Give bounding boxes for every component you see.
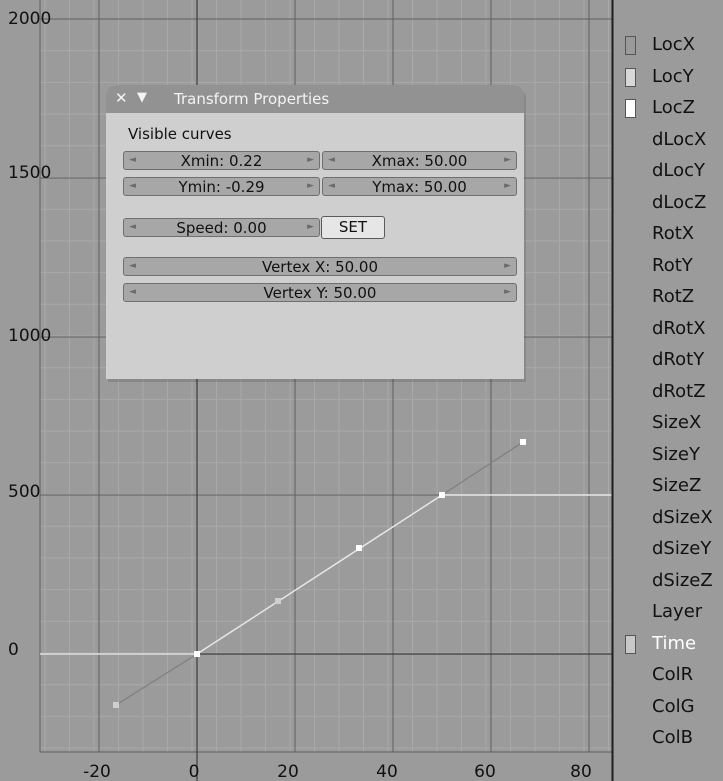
panel-title: Transform Properties xyxy=(174,90,330,108)
curve-handle[interactable] xyxy=(113,702,119,708)
ymax-field[interactable]: ◄ Ymax: 50.00 ► xyxy=(322,177,517,196)
channel-row[interactable]: RotX xyxy=(613,219,723,249)
ymin-field[interactable]: ◄ Ymin: -0.29 ► xyxy=(123,177,320,196)
y-tick-label: 0 xyxy=(8,640,19,660)
channel-label: Layer xyxy=(652,601,703,622)
y-tick-label: 2000 xyxy=(8,9,51,29)
channel-label: dLocX xyxy=(652,128,707,150)
x-tick-label: 40 xyxy=(376,762,398,781)
x-tick-label: 60 xyxy=(474,762,496,781)
x-tick-label: 20 xyxy=(277,762,299,781)
channel-row[interactable]: dLocZ xyxy=(613,188,723,218)
vertex-y-field[interactable]: ◄ Vertex Y: 50.00 ► xyxy=(123,283,517,302)
channel-row[interactable]: Layer xyxy=(613,597,723,627)
increment-arrow-icon[interactable]: ► xyxy=(307,155,314,165)
x-tick-label: 0 xyxy=(189,762,200,781)
channel-label: LocZ xyxy=(652,97,695,118)
channel-row[interactable]: dRotX xyxy=(613,314,723,344)
channel-color-swatch[interactable] xyxy=(625,99,636,118)
channel-label: dRotX xyxy=(652,317,706,339)
channel-row[interactable]: dRotY xyxy=(613,345,723,375)
channel-label: dLocY xyxy=(652,160,706,181)
channel-label: SizeX xyxy=(652,412,702,433)
increment-arrow-icon[interactable]: ► xyxy=(307,181,314,191)
increment-arrow-icon[interactable]: ► xyxy=(504,181,511,191)
increment-arrow-icon[interactable]: ► xyxy=(307,222,314,232)
y-tick-label: 1500 xyxy=(8,163,51,183)
channel-row[interactable]: LocZ xyxy=(613,93,723,123)
ymax-value: Ymax: 50.00 xyxy=(372,178,467,196)
curve-vertex[interactable] xyxy=(439,492,445,498)
curve-handle[interactable] xyxy=(275,598,281,604)
channel-label: dLocZ xyxy=(652,191,707,213)
channel-row[interactable]: LocX xyxy=(613,30,723,60)
channel-label: SizeY xyxy=(652,443,700,465)
speed-value: Speed: 0.00 xyxy=(176,219,267,237)
channel-label: ColB xyxy=(652,727,693,748)
channel-label: dRotZ xyxy=(652,380,706,402)
channel-row[interactable]: ColR xyxy=(613,660,723,690)
channel-label: LocY xyxy=(652,65,694,87)
channel-row[interactable]: SizeY xyxy=(613,440,723,470)
y-tick-label: 500 xyxy=(8,482,40,502)
channel-row[interactable]: SizeX xyxy=(613,408,723,438)
curve-vertex[interactable] xyxy=(194,651,200,657)
x-tick-label: 80 xyxy=(570,762,592,781)
xmin-value: Xmin: 0.22 xyxy=(180,152,263,170)
channel-row[interactable]: dSizeX xyxy=(613,503,723,533)
vertex-x-value: Vertex X: 50.00 xyxy=(261,258,379,276)
xmin-field[interactable]: ◄ Xmin: 0.22 ► xyxy=(123,151,320,170)
channel-label: SizeZ xyxy=(652,475,702,496)
increment-arrow-icon[interactable]: ► xyxy=(504,287,511,297)
channel-row[interactable]: Time xyxy=(613,629,723,659)
channel-row[interactable]: RotY xyxy=(613,251,723,281)
set-button[interactable]: SET xyxy=(321,216,385,239)
ymin-value: Ymin: -0.29 xyxy=(178,178,265,196)
increment-arrow-icon[interactable]: ► xyxy=(504,155,511,165)
channel-label: RotZ xyxy=(652,286,695,307)
panel-header[interactable]: ✕ ▼ Transform Properties xyxy=(106,85,524,113)
x-tick-label: -20 xyxy=(83,762,111,781)
channel-color-swatch[interactable] xyxy=(625,67,636,87)
xmax-field[interactable]: ◄ Xmax: 50.00 ► xyxy=(322,151,517,170)
increment-arrow-icon[interactable]: ► xyxy=(504,261,511,271)
channel-label: dSizeX xyxy=(652,506,713,528)
channel-color-swatch[interactable] xyxy=(625,634,636,654)
speed-field[interactable]: ◄ Speed: 0.00 ► xyxy=(123,218,320,237)
channel-row[interactable]: dLocX xyxy=(613,125,723,155)
channel-row[interactable]: dSizeZ xyxy=(613,566,723,596)
y-tick-label: 1000 xyxy=(8,326,51,346)
visible-curves-label: Visible curves xyxy=(128,125,232,143)
channel-row[interactable]: dLocY xyxy=(613,156,723,186)
channel-label: dSizeY xyxy=(652,538,712,559)
curve-handle[interactable] xyxy=(356,545,362,551)
channel-row[interactable]: LocY xyxy=(613,62,723,92)
channel-row[interactable]: dSizeY xyxy=(613,534,723,564)
vertex-y-value: Vertex Y: 50.00 xyxy=(263,284,377,302)
channel-label: dRotY xyxy=(652,349,705,370)
channel-label: ColR xyxy=(652,664,694,685)
channel-row[interactable]: SizeZ xyxy=(613,471,723,501)
collapse-triangle-icon[interactable]: ▼ xyxy=(137,90,147,105)
channel-label: ColG xyxy=(652,695,695,717)
transform-properties-panel[interactable]: ✕ ▼ Transform Properties Visible curves … xyxy=(106,85,524,379)
channel-label: LocX xyxy=(652,34,695,55)
channel-row[interactable]: dRotZ xyxy=(613,377,723,407)
vertex-x-field[interactable]: ◄ Vertex X: 50.00 ► xyxy=(123,257,517,276)
xmax-value: Xmax: 50.00 xyxy=(371,152,468,170)
channel-label: Time xyxy=(652,632,697,654)
channel-color-swatch[interactable] xyxy=(625,36,636,55)
channel-label: dSizeZ xyxy=(652,569,713,591)
channel-row[interactable]: ColG xyxy=(613,692,723,722)
close-icon[interactable]: ✕ xyxy=(115,89,128,107)
channel-row[interactable]: RotZ xyxy=(613,282,723,312)
channel-row[interactable]: ColB xyxy=(613,723,723,753)
channel-label: RotY xyxy=(652,254,693,276)
channel-label: RotX xyxy=(652,223,695,244)
curve-handle[interactable] xyxy=(520,439,526,445)
